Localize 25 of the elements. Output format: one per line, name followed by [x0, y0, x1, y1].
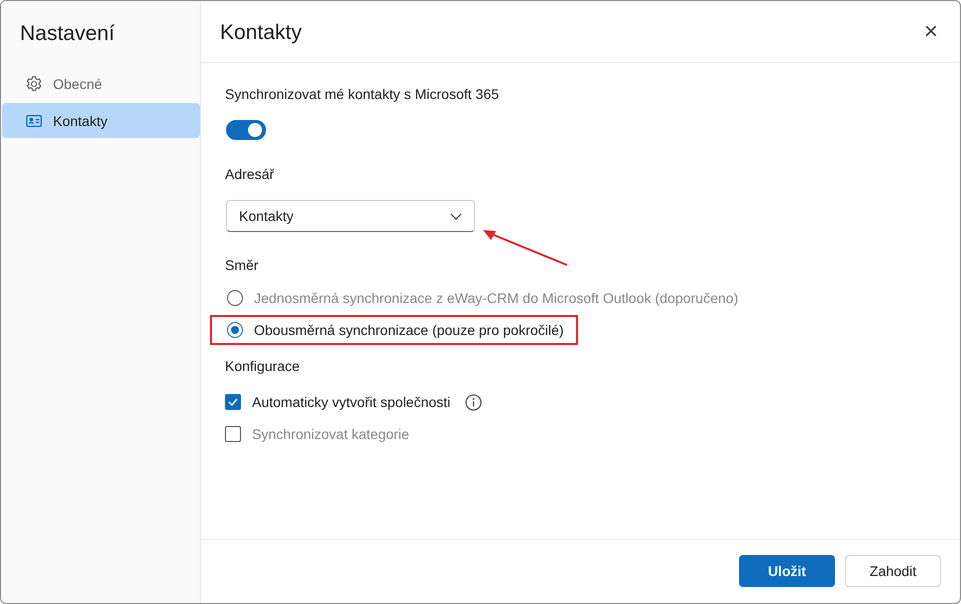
sidebar-title: Nastavení — [19, 21, 116, 47]
section-label: Směr — [225, 257, 260, 274]
radio-button[interactable] — [227, 322, 243, 338]
discard-button[interactable]: Zahodit — [845, 555, 941, 587]
option-label: Obousměrná synchronizace (pouze pro pokročilé) — [254, 322, 564, 338]
sidebar-item[interactable]: Obecné — [2, 66, 200, 101]
checkmark-icon — [228, 398, 238, 406]
checkbox[interactable] — [225, 426, 241, 442]
section-label: Adresář — [225, 166, 276, 183]
section-label: Synchronizovat mé kontakty s Microsoft 365 — [225, 86, 500, 103]
option-label: Synchronizovat kategorie — [252, 426, 410, 442]
checkbox[interactable] — [225, 394, 241, 410]
option-label: Automaticky vytvořit společnosti — [252, 394, 450, 410]
section-label: Konfigurace — [225, 358, 301, 375]
sidebar-item[interactable]: Kontakty — [2, 103, 200, 138]
panel-title: Kontakty — [220, 20, 302, 44]
toggle-switch[interactable] — [226, 120, 266, 140]
info-icon[interactable] — [465, 394, 482, 410]
option-label: Jednosměrná synchronizace z eWay-CRM do Microsoft Outlook (doporučeno) — [254, 290, 738, 306]
close-button[interactable]: × — [920, 20, 942, 44]
gear-icon — [25, 74, 43, 92]
chevron-down-icon — [450, 212, 462, 220]
save-button[interactable]: Uložit — [739, 555, 835, 587]
address-book-dropdown[interactable]: Kontakty — [226, 200, 475, 232]
radio-button[interactable] — [227, 290, 243, 306]
